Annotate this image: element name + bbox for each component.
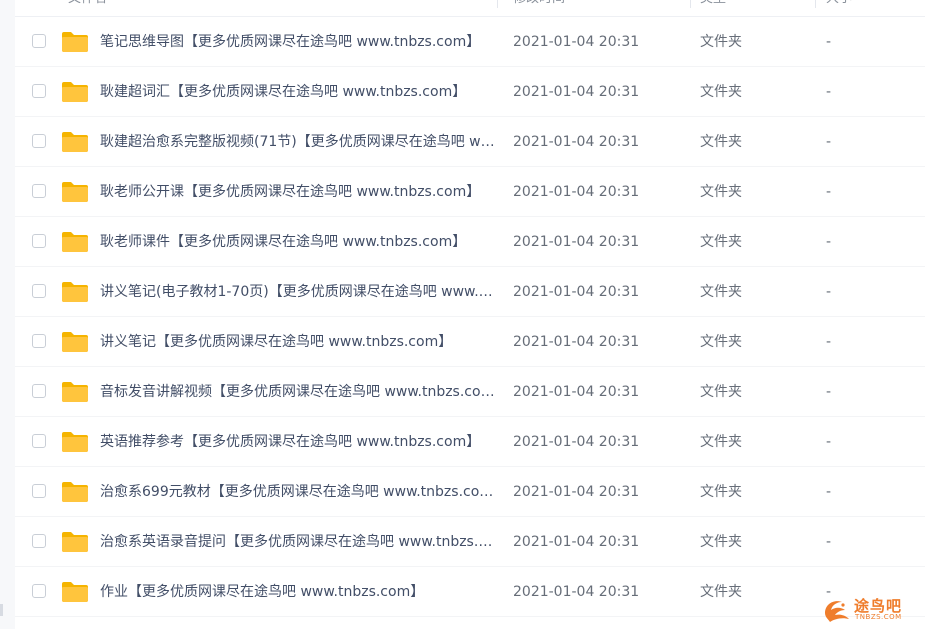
row-checkbox[interactable] [32, 334, 46, 348]
file-name[interactable]: 讲义笔记【更多优质网课尽在途鸟吧 www.tnbzs.com】 [100, 317, 495, 367]
file-type: 文件夹 [700, 234, 742, 250]
file-modified: 2021-01-04 20:31 [513, 534, 640, 550]
row-checkbox[interactable] [32, 434, 46, 448]
file-size: - [826, 84, 832, 100]
folder-icon [62, 232, 88, 252]
file-name[interactable]: 治愈系英语录音提问【更多优质网课尽在途鸟吧 www.tnbzs.com】 [100, 517, 495, 567]
table-row[interactable]: 音标发音讲解视频【更多优质网课尽在途鸟吧 www.tnbzs.com】 2021-… [15, 367, 925, 417]
file-name[interactable]: 耿老师课件【更多优质网课尽在途鸟吧 www.tnbzs.com】 [100, 217, 495, 267]
file-type: 文件夹 [700, 134, 742, 150]
file-size: - [826, 134, 832, 150]
file-name[interactable]: 耿建超治愈系完整版视频(71节)【更多优质网课尽在途鸟吧 www.tnbzs.c… [100, 117, 495, 167]
folder-icon [62, 82, 88, 102]
file-size: - [826, 334, 832, 350]
file-name[interactable]: 治愈系699元教材【更多优质网课尽在途鸟吧 www.tnbzs.com】 [100, 467, 495, 517]
watermark: 途鸟吧 TNBZS.COM [822, 593, 922, 625]
table-row[interactable]: 耿建超治愈系完整版视频(71节)【更多优质网课尽在途鸟吧 www.tnbzs.c… [15, 117, 925, 167]
file-modified: 2021-01-04 20:31 [513, 84, 640, 100]
file-type: 文件夹 [700, 34, 742, 50]
file-type: 文件夹 [700, 484, 742, 500]
list-header: 文件名 修改时间 类型 大小 [15, 0, 925, 17]
column-header-size[interactable]: 大小 [826, 0, 852, 16]
file-name[interactable]: 音标发音讲解视频【更多优质网课尽在途鸟吧 www.tnbzs.com】 [100, 367, 495, 417]
watermark-subtext: TNBZS.COM [855, 613, 902, 621]
file-size: - [826, 534, 832, 550]
folder-icon [62, 282, 88, 302]
file-name[interactable]: 耿建超词汇【更多优质网课尽在途鸟吧 www.tnbzs.com】 [100, 67, 495, 117]
row-checkbox[interactable] [32, 134, 46, 148]
column-header-modified[interactable]: 修改时间 [513, 0, 565, 16]
file-name[interactable]: 讲义笔记(电子教材1-70页)【更多优质网课尽在途鸟吧 www.tnbzs.co… [100, 267, 495, 317]
file-name[interactable]: 笔记思维导图【更多优质网课尽在途鸟吧 www.tnbzs.com】 [100, 17, 495, 67]
table-row[interactable]: 讲义笔记【更多优质网课尽在途鸟吧 www.tnbzs.com】 2021-01-0… [15, 317, 925, 367]
bird-logo-icon [825, 601, 849, 622]
column-header-name[interactable]: 文件名 [68, 0, 107, 16]
table-row[interactable]: 耿建超词汇【更多优质网课尽在途鸟吧 www.tnbzs.com】 2021-01-… [15, 67, 925, 117]
file-modified: 2021-01-04 20:31 [513, 384, 640, 400]
folder-icon [62, 582, 88, 602]
table-row[interactable]: 耿老师课件【更多优质网课尽在途鸟吧 www.tnbzs.com】 2021-01-… [15, 217, 925, 267]
table-row[interactable]: 作业【更多优质网课尽在途鸟吧 www.tnbzs.com】 2021-01-04 … [15, 567, 925, 617]
file-type: 文件夹 [700, 584, 742, 600]
table-row[interactable]: 讲义笔记(电子教材1-70页)【更多优质网课尽在途鸟吧 www.tnbzs.co… [15, 267, 925, 317]
file-list: 文件名 修改时间 类型 大小 笔记思维导图【更多优质网课尽在途鸟吧 www.tn… [15, 0, 925, 629]
file-modified: 2021-01-04 20:31 [513, 34, 640, 50]
column-divider [497, 0, 498, 8]
folder-icon [62, 482, 88, 502]
scroll-marker [0, 604, 3, 616]
left-gutter [0, 0, 15, 629]
table-row[interactable]: 治愈系699元教材【更多优质网课尽在途鸟吧 www.tnbzs.com】 2021… [15, 467, 925, 517]
row-checkbox[interactable] [32, 484, 46, 498]
file-type: 文件夹 [700, 184, 742, 200]
file-size: - [826, 484, 832, 500]
file-size: - [826, 184, 832, 200]
file-size: - [826, 384, 832, 400]
folder-icon [62, 382, 88, 402]
file-type: 文件夹 [700, 84, 742, 100]
file-size: - [826, 434, 832, 450]
table-row[interactable]: 耿老师公开课【更多优质网课尽在途鸟吧 www.tnbzs.com】 2021-01… [15, 167, 925, 217]
column-header-type[interactable]: 类型 [700, 0, 726, 16]
file-name[interactable]: 作业【更多优质网课尽在途鸟吧 www.tnbzs.com】 [100, 567, 495, 617]
file-name[interactable]: 耿老师公开课【更多优质网课尽在途鸟吧 www.tnbzs.com】 [100, 167, 495, 217]
row-checkbox[interactable] [32, 184, 46, 198]
table-row[interactable]: 笔记思维导图【更多优质网课尽在途鸟吧 www.tnbzs.com】 2021-01… [15, 17, 925, 67]
file-type: 文件夹 [700, 434, 742, 450]
folder-icon [62, 532, 88, 552]
file-type: 文件夹 [700, 334, 742, 350]
file-modified: 2021-01-04 20:31 [513, 184, 640, 200]
folder-icon [62, 32, 88, 52]
row-checkbox[interactable] [32, 84, 46, 98]
file-type: 文件夹 [700, 284, 742, 300]
file-modified: 2021-01-04 20:31 [513, 134, 640, 150]
file-modified: 2021-01-04 20:31 [513, 434, 640, 450]
file-modified: 2021-01-04 20:31 [513, 584, 640, 600]
file-type: 文件夹 [700, 534, 742, 550]
file-rows: 笔记思维导图【更多优质网课尽在途鸟吧 www.tnbzs.com】 2021-01… [15, 17, 925, 617]
column-divider [815, 0, 816, 8]
file-type: 文件夹 [700, 384, 742, 400]
file-size: - [826, 234, 832, 250]
file-size: - [826, 284, 832, 300]
row-checkbox[interactable] [32, 34, 46, 48]
file-size: - [826, 34, 832, 50]
table-row[interactable]: 英语推荐参考【更多优质网课尽在途鸟吧 www.tnbzs.com】 2021-01… [15, 417, 925, 467]
row-checkbox[interactable] [32, 234, 46, 248]
file-modified: 2021-01-04 20:31 [513, 234, 640, 250]
row-checkbox[interactable] [32, 584, 46, 598]
table-row[interactable]: 治愈系英语录音提问【更多优质网课尽在途鸟吧 www.tnbzs.com】 2021… [15, 517, 925, 567]
row-checkbox[interactable] [32, 534, 46, 548]
folder-icon [62, 182, 88, 202]
row-checkbox[interactable] [32, 384, 46, 398]
folder-icon [62, 332, 88, 352]
folder-icon [62, 132, 88, 152]
folder-icon [62, 432, 88, 452]
file-modified: 2021-01-04 20:31 [513, 284, 640, 300]
file-name[interactable]: 英语推荐参考【更多优质网课尽在途鸟吧 www.tnbzs.com】 [100, 417, 495, 467]
file-modified: 2021-01-04 20:31 [513, 334, 640, 350]
column-divider [690, 0, 691, 8]
file-modified: 2021-01-04 20:31 [513, 484, 640, 500]
row-checkbox[interactable] [32, 284, 46, 298]
